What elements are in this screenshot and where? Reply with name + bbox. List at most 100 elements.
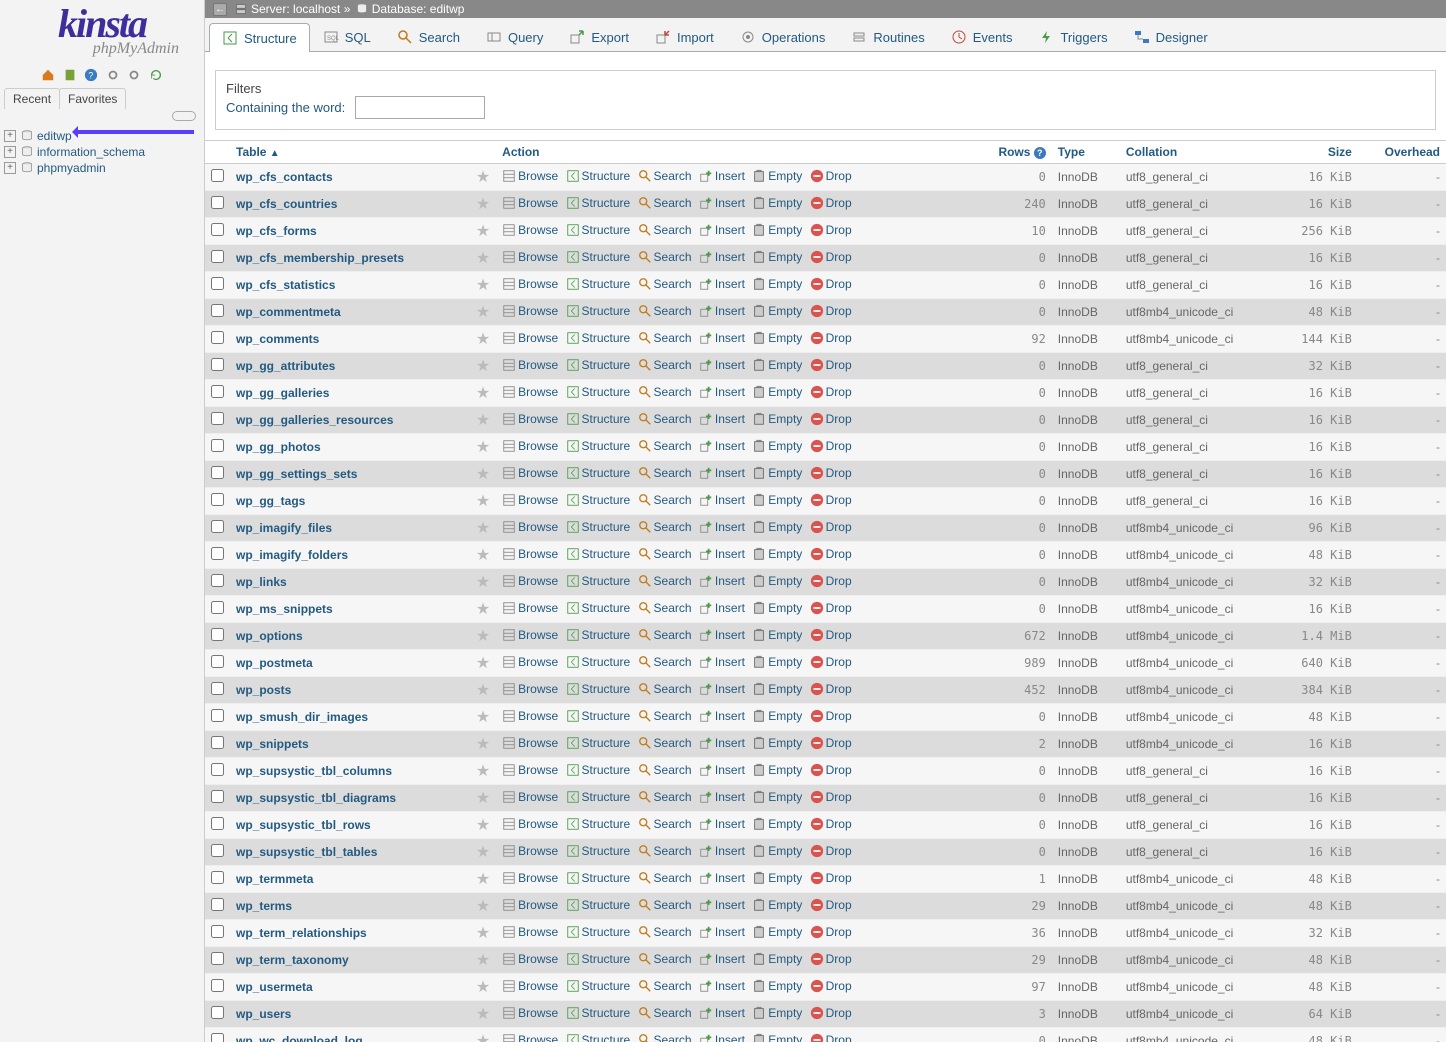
tab-search[interactable]: Search [384,22,473,51]
table-name-link[interactable]: wp_links [236,575,287,589]
favorite-icon[interactable]: ★ [476,304,490,321]
row-checkbox[interactable] [211,709,224,722]
favorite-icon[interactable]: ★ [476,952,490,969]
search-link[interactable]: Search [638,385,692,399]
browse-link[interactable]: Browse [502,898,558,912]
empty-link[interactable]: Empty [752,1006,802,1020]
table-name-link[interactable]: wp_wc_download_log [236,1034,363,1042]
structure-link[interactable]: Structure [566,439,631,453]
table-name-link[interactable]: wp_supsystic_tbl_tables [236,845,377,859]
structure-link[interactable]: Structure [566,628,631,642]
tab-designer[interactable]: Designer [1121,22,1221,51]
empty-link[interactable]: Empty [752,1033,802,1042]
favorite-icon[interactable]: ★ [476,1006,490,1023]
search-link[interactable]: Search [638,898,692,912]
search-link[interactable]: Search [638,979,692,993]
col-rows[interactable]: Rows ? [974,141,1052,164]
empty-link[interactable]: Empty [752,925,802,939]
row-checkbox[interactable] [211,925,224,938]
row-checkbox[interactable] [211,871,224,884]
tree-item-editwp[interactable]: +editwp [4,128,200,144]
structure-link[interactable]: Structure [566,898,631,912]
favorite-icon[interactable]: ★ [476,1033,490,1042]
search-link[interactable]: Search [638,817,692,831]
table-name-link[interactable]: wp_gg_photos [236,440,321,454]
row-checkbox[interactable] [211,277,224,290]
drop-link[interactable]: Drop [810,763,852,777]
tab-structure[interactable]: Structure [209,23,310,52]
row-checkbox[interactable] [211,898,224,911]
structure-link[interactable]: Structure [566,790,631,804]
table-name-link[interactable]: wp_gg_tags [236,494,305,508]
structure-link[interactable]: Structure [566,709,631,723]
insert-link[interactable]: Insert [699,871,745,885]
table-name-link[interactable]: wp_postmeta [236,656,313,670]
insert-link[interactable]: Insert [699,574,745,588]
insert-link[interactable]: Insert [699,790,745,804]
structure-link[interactable]: Structure [566,925,631,939]
favorite-icon[interactable]: ★ [476,520,490,537]
browse-link[interactable]: Browse [502,493,558,507]
breadcrumb-db[interactable]: editwp [430,2,465,16]
structure-link[interactable]: Structure [566,1006,631,1020]
search-link[interactable]: Search [638,196,692,210]
drop-link[interactable]: Drop [810,952,852,966]
browse-link[interactable]: Browse [502,574,558,588]
row-checkbox[interactable] [211,979,224,992]
favorite-icon[interactable]: ★ [476,547,490,564]
empty-link[interactable]: Empty [752,385,802,399]
drop-link[interactable]: Drop [810,223,852,237]
favorite-icon[interactable]: ★ [476,412,490,429]
empty-link[interactable]: Empty [752,331,802,345]
tab-export[interactable]: Export [556,22,642,51]
sidebar-tab-favorites[interactable]: Favorites [59,88,126,109]
tab-triggers[interactable]: Triggers [1025,22,1120,51]
drop-link[interactable]: Drop [810,385,852,399]
favorite-icon[interactable]: ★ [476,466,490,483]
table-name-link[interactable]: wp_gg_attributes [236,359,335,373]
empty-link[interactable]: Empty [752,628,802,642]
insert-link[interactable]: Insert [699,844,745,858]
insert-link[interactable]: Insert [699,277,745,291]
row-checkbox[interactable] [211,223,224,236]
empty-link[interactable]: Empty [752,601,802,615]
favorite-icon[interactable]: ★ [476,493,490,510]
structure-link[interactable]: Structure [566,412,631,426]
breadcrumb-toggle-icon[interactable]: ← [213,3,227,16]
table-name-link[interactable]: wp_imagify_files [236,521,332,535]
table-name-link[interactable]: wp_cfs_statistics [236,278,335,292]
empty-link[interactable]: Empty [752,169,802,183]
row-checkbox[interactable] [211,304,224,317]
structure-link[interactable]: Structure [566,817,631,831]
drop-link[interactable]: Drop [810,358,852,372]
favorite-icon[interactable]: ★ [476,844,490,861]
drop-link[interactable]: Drop [810,493,852,507]
row-checkbox[interactable] [211,385,224,398]
insert-link[interactable]: Insert [699,1033,745,1042]
drop-link[interactable]: Drop [810,574,852,588]
search-link[interactable]: Search [638,358,692,372]
table-name-link[interactable]: wp_gg_galleries [236,386,329,400]
browse-link[interactable]: Browse [502,466,558,480]
structure-link[interactable]: Structure [566,1033,631,1042]
structure-link[interactable]: Structure [566,979,631,993]
insert-link[interactable]: Insert [699,358,745,372]
drop-link[interactable]: Drop [810,277,852,291]
drop-link[interactable]: Drop [810,682,852,696]
structure-link[interactable]: Structure [566,169,631,183]
table-name-link[interactable]: wp_cfs_countries [236,197,337,211]
insert-link[interactable]: Insert [699,493,745,507]
drop-link[interactable]: Drop [810,925,852,939]
insert-link[interactable]: Insert [699,520,745,534]
empty-link[interactable]: Empty [752,979,802,993]
drop-link[interactable]: Drop [810,439,852,453]
search-link[interactable]: Search [638,925,692,939]
insert-link[interactable]: Insert [699,817,745,831]
empty-link[interactable]: Empty [752,736,802,750]
empty-link[interactable]: Empty [752,520,802,534]
favorite-icon[interactable]: ★ [476,169,490,186]
structure-link[interactable]: Structure [566,655,631,669]
search-link[interactable]: Search [638,736,692,750]
browse-link[interactable]: Browse [502,547,558,561]
structure-link[interactable]: Structure [566,196,631,210]
